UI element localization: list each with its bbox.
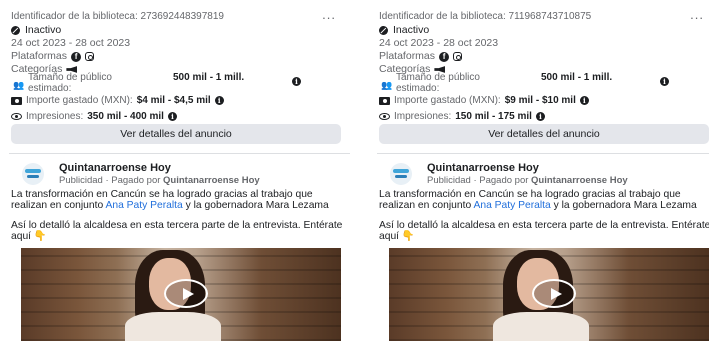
body-paragraph: Así lo detalló la alcaldesa en esta terc… [11, 220, 346, 242]
spend-label: Importe gastado (MXN): [394, 95, 501, 106]
pointing-down-icon: 👇 [33, 230, 47, 242]
ad-body-text: La transformación en Cancún se ha lograd… [379, 189, 709, 252]
audience-value: 500 mil - 1 mill. [541, 72, 613, 83]
sponsor-name[interactable]: Quintanarroense Hoy [163, 175, 260, 186]
body-text-2: Así lo detalló la alcaldesa en esta terc… [379, 220, 709, 242]
more-options-icon[interactable]: ... [322, 7, 336, 22]
platforms-label: Plataformas [11, 50, 68, 62]
spend-value: $9 mil - $10 mil [504, 95, 576, 106]
view-ad-details-button[interactable]: Ver detalles del anuncio [379, 124, 709, 144]
library-id: Identificador de la biblioteca: 27369244… [11, 11, 224, 22]
platforms-row: Plataformas f [11, 50, 350, 63]
body-text-2: Así lo detalló la alcaldesa en esta terc… [11, 220, 343, 242]
impressions-value: 350 mil - 400 mil [87, 111, 164, 122]
impressions-label: Impresiones: [26, 111, 84, 122]
sponsored-line: Publicidad · Pagado por Quintanarroense … [427, 175, 628, 186]
pointing-down-icon: 👇 [401, 230, 415, 242]
impressions-value: 150 mil - 175 mil [455, 111, 532, 122]
ad-video[interactable] [389, 248, 709, 341]
facebook-icon: f [439, 51, 450, 62]
divider [9, 153, 350, 154]
impressions-label: Impresiones: [394, 111, 452, 122]
info-icon[interactable]: i [292, 77, 301, 86]
more-options-icon[interactable]: ... [690, 7, 704, 22]
spend-value: $4 mil - $4,5 mil [136, 95, 211, 106]
info-icon[interactable]: i [214, 96, 224, 105]
run-dates: 24 oct 2023 - 28 oct 2023 [379, 37, 499, 49]
run-dates: 24 oct 2023 - 28 oct 2023 [11, 37, 131, 49]
play-icon[interactable] [164, 279, 208, 308]
avatar[interactable] [390, 163, 412, 185]
inactive-icon [379, 26, 388, 35]
people-icon: 👥 [13, 80, 25, 90]
info-icon[interactable]: i [579, 96, 589, 105]
body-paragraph: Así lo detalló la alcaldesa en esta terc… [379, 220, 709, 242]
instagram-icon [453, 52, 463, 61]
status-text: Inactivo [25, 24, 62, 36]
status-text: Inactivo [393, 24, 430, 36]
audience-label: Tamaño de público estimado: [28, 72, 112, 94]
body-paragraph: La transformación en Cancún se ha lograd… [11, 189, 346, 211]
video-person-shirt [493, 312, 589, 341]
audience-label: Tamaño de público estimado: [396, 72, 480, 94]
people-icon: 👥 [381, 80, 393, 90]
view-ad-details-button[interactable]: Ver detalles del anuncio [11, 124, 341, 144]
status-row: Inactivo [11, 24, 350, 37]
audience-row: 👥 Tamaño de público estimado: 500 mil - … [379, 72, 709, 95]
money-icon [11, 96, 22, 105]
inactive-icon [11, 26, 20, 35]
sponsored-prefix: Publicidad · Pagado por [427, 175, 529, 186]
spend-label: Importe gastado (MXN): [26, 95, 133, 106]
eye-icon [379, 113, 390, 120]
ad-card: Identificador de la biblioteca: 27369244… [9, 0, 350, 341]
impressions-row: Impresiones: 350 mil - 400 mil i [11, 110, 350, 123]
body-text-b: y la gobernadora Mara Lezama [553, 199, 697, 211]
facebook-icon: f [71, 51, 82, 62]
status-row: Inactivo [379, 24, 709, 37]
page-name[interactable]: Quintanarroense Hoy [427, 162, 539, 174]
mention-link[interactable]: Ana Paty Peralta [473, 200, 550, 211]
platforms-label: Plataformas [379, 50, 436, 62]
library-id: Identificador de la biblioteca: 71196874… [379, 11, 592, 22]
spend-row: Importe gastado (MXN): $4 mil - $4,5 mil… [11, 94, 350, 107]
avatar[interactable] [22, 163, 44, 185]
body-text-b: y la gobernadora Mara Lezama [185, 199, 329, 211]
mention-link[interactable]: Ana Paty Peralta [105, 200, 182, 211]
divider [377, 153, 709, 154]
sponsor-name[interactable]: Quintanarroense Hoy [531, 175, 628, 186]
audience-value: 500 mil - 1 mill. [173, 72, 245, 83]
video-person-shirt [125, 312, 221, 341]
play-icon[interactable] [532, 279, 576, 308]
eye-icon [11, 113, 22, 120]
ad-video[interactable] [21, 248, 341, 341]
info-icon[interactable]: i [535, 112, 545, 121]
ad-body-text: La transformación en Cancún se ha lograd… [11, 189, 346, 252]
impressions-row: Impresiones: 150 mil - 175 mil i [379, 110, 709, 123]
instagram-icon [85, 52, 95, 61]
info-icon[interactable]: i [660, 77, 669, 86]
info-icon[interactable]: i [167, 112, 177, 121]
money-icon [379, 96, 390, 105]
sponsored-line: Publicidad · Pagado por Quintanarroense … [59, 175, 260, 186]
sponsored-prefix: Publicidad · Pagado por [59, 175, 161, 186]
body-paragraph: La transformación en Cancún se ha lograd… [379, 189, 709, 211]
ad-card: Identificador de la biblioteca: 71196874… [377, 0, 709, 341]
page-name[interactable]: Quintanarroense Hoy [59, 162, 171, 174]
platforms-row: Plataformas f [379, 50, 709, 63]
spend-row: Importe gastado (MXN): $9 mil - $10 mil … [379, 94, 709, 107]
audience-row: 👥 Tamaño de público estimado: 500 mil - … [11, 72, 350, 95]
